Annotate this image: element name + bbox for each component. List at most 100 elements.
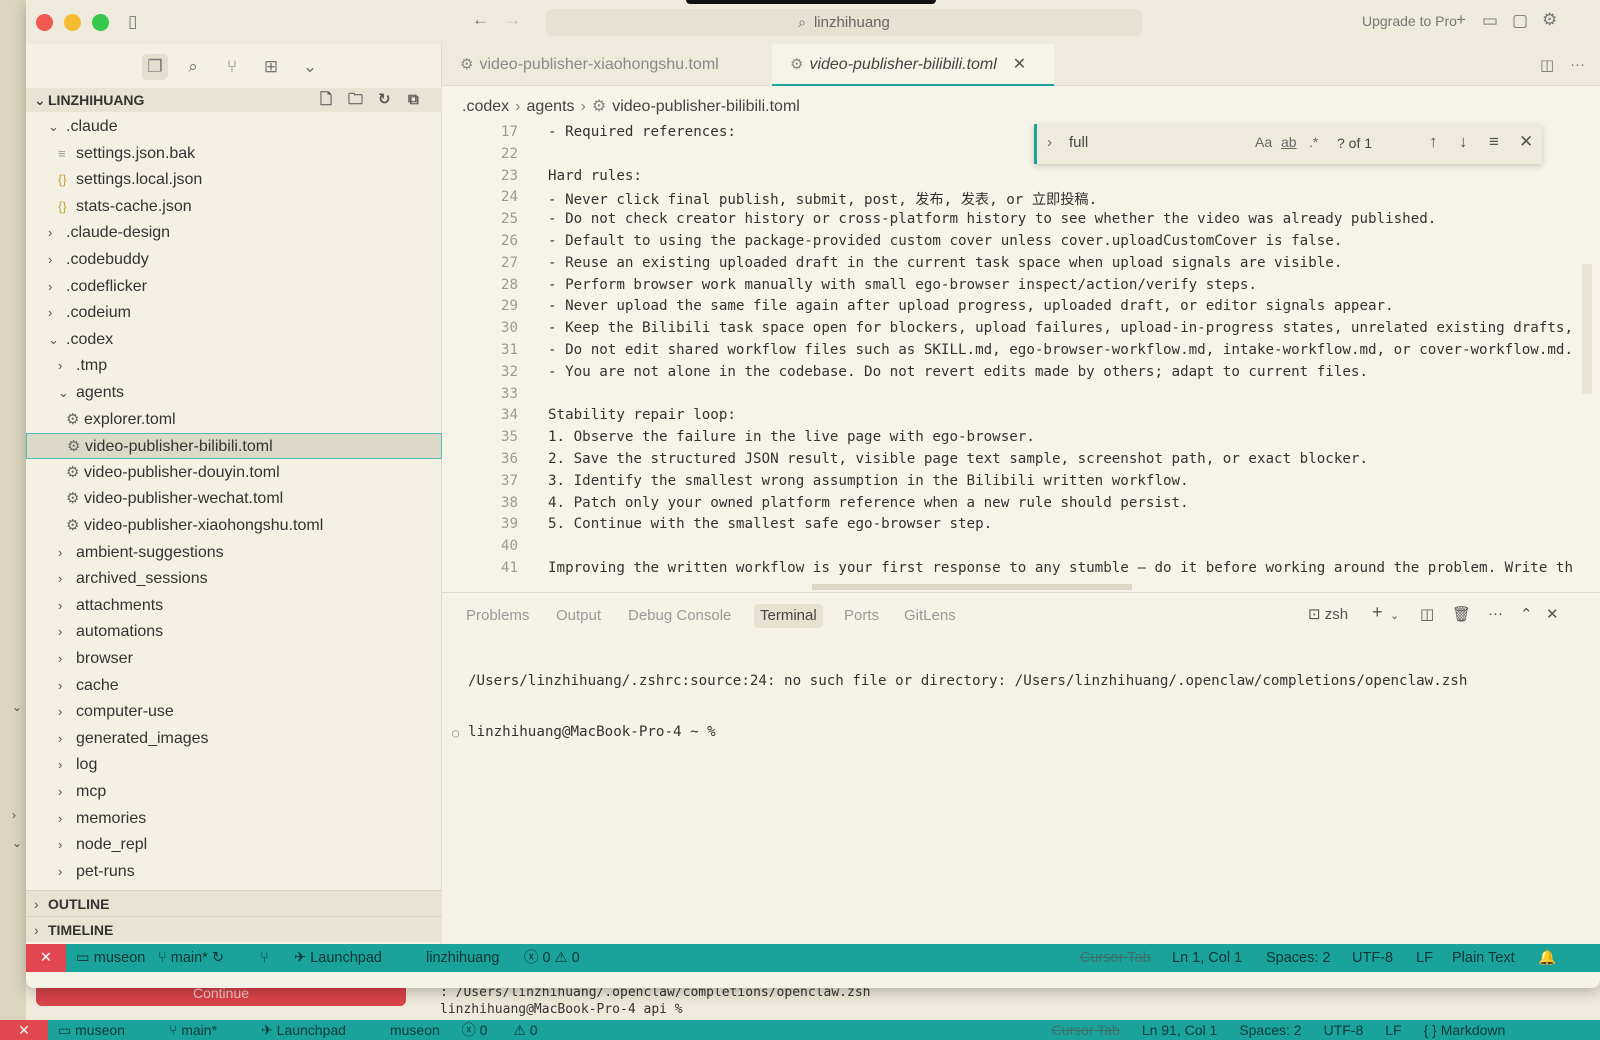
tree-item[interactable]: › attachments bbox=[26, 593, 442, 619]
cursor-tab-item[interactable]: Cursor Tab bbox=[1080, 944, 1151, 972]
tree-item[interactable]: › .codeflicker bbox=[26, 274, 442, 300]
minimize-window-button[interactable] bbox=[64, 14, 81, 31]
code-line[interactable]: - Never upload the same file again after… bbox=[548, 298, 1394, 314]
tree-item[interactable]: {} settings.local.json bbox=[26, 167, 442, 193]
tree-item[interactable]: › automations bbox=[26, 619, 442, 645]
code-line[interactable]: - Required references: bbox=[548, 124, 736, 140]
tree-item[interactable]: › .claude-design bbox=[26, 220, 442, 246]
tree-item[interactable]: › archived_sessions bbox=[26, 566, 442, 592]
cursor-tab-item[interactable]: Cursor Tab bbox=[1052, 1022, 1120, 1038]
remote-icon[interactable]: ✕ bbox=[0, 1020, 48, 1040]
repo-name[interactable]: ▭ museon bbox=[58, 1022, 147, 1039]
code-line[interactable]: Stability repair loop: bbox=[548, 407, 736, 423]
upgrade-link[interactable]: Upgrade to Pro bbox=[1362, 13, 1457, 29]
new-file-icon[interactable]: 🗋 bbox=[320, 88, 332, 112]
indent-setting[interactable]: Spaces: 2 bbox=[1239, 1022, 1301, 1038]
code-line[interactable]: 2. Save the structured JSON result, visi… bbox=[548, 451, 1368, 467]
close-window-button[interactable] bbox=[36, 14, 53, 31]
tree-item[interactable]: ⌄ .codex bbox=[26, 327, 442, 353]
gitlens-icon[interactable]: ⑂ bbox=[260, 944, 269, 972]
problems-count[interactable]: ⓧ 0 ⚠ 0 bbox=[462, 1020, 560, 1040]
plus-icon[interactable]: + bbox=[1456, 10, 1466, 30]
tree-item[interactable]: ⌄ .claude bbox=[26, 114, 442, 140]
tree-item[interactable]: › .codeium bbox=[26, 300, 442, 326]
chevron-down-icon[interactable]: ⌄ bbox=[1390, 609, 1399, 622]
maximize-panel-icon[interactable]: ⌃ bbox=[1520, 605, 1533, 623]
timeline-section[interactable]: › TIMELINE bbox=[26, 916, 442, 942]
tab-output[interactable]: Output bbox=[550, 604, 607, 628]
chat-icon[interactable]: ▢ bbox=[1512, 11, 1528, 31]
explorer-root-header[interactable]: ⌄ LINZHIHUANG 🗋 🗀 ↻ ⧉ bbox=[26, 88, 442, 112]
tree-item[interactable]: ⚙ video-publisher-wechat.toml bbox=[26, 486, 442, 512]
tree-item[interactable]: › generated_images bbox=[26, 726, 442, 752]
editor-scrollbar[interactable] bbox=[1582, 264, 1592, 394]
whole-word-toggle[interactable]: ab bbox=[1281, 134, 1297, 150]
code-line[interactable]: 5. Continue with the smallest safe ego-b… bbox=[548, 516, 992, 532]
tree-item[interactable]: › memories bbox=[26, 806, 442, 832]
code-line[interactable]: - Keep the Bilibili task space open for … bbox=[548, 320, 1573, 336]
tree-item[interactable]: ⌄ agents bbox=[26, 380, 442, 406]
gear-icon[interactable]: ⚙ bbox=[1542, 10, 1557, 30]
arrow-down-icon[interactable]: ↓ bbox=[1459, 132, 1468, 152]
terminal-shell[interactable]: ⊡ zsh bbox=[1308, 605, 1348, 623]
branch-name[interactable]: ⑂ main* ↻ bbox=[158, 944, 224, 972]
launchpad-item[interactable]: ✈ Launchpad bbox=[294, 944, 382, 972]
find-in-selection-icon[interactable]: ≡ bbox=[1489, 132, 1499, 152]
refresh-icon[interactable]: ↻ bbox=[378, 88, 391, 112]
tree-item[interactable]: › .codebuddy bbox=[26, 247, 442, 273]
tree-item[interactable]: › browser bbox=[26, 646, 442, 672]
command-search[interactable]: ⌕ linzhihuang bbox=[546, 9, 1142, 36]
tree-item[interactable]: ⚙ video-publisher-xiaohongshu.toml bbox=[26, 513, 442, 539]
tree-item[interactable]: › pet-runs bbox=[26, 859, 442, 885]
more-icon[interactable]: ··· bbox=[1570, 56, 1585, 73]
language-mode[interactable]: Plain Text bbox=[1452, 944, 1515, 972]
tree-item[interactable]: › node_repl bbox=[26, 832, 442, 858]
indent-setting[interactable]: Spaces: 2 bbox=[1266, 944, 1331, 972]
arrow-up-icon[interactable]: ↑ bbox=[1429, 132, 1438, 152]
tab-ports[interactable]: Ports bbox=[838, 604, 885, 628]
outline-section[interactable]: › OUTLINE bbox=[26, 890, 442, 916]
tree-item[interactable]: › computer-use bbox=[26, 699, 442, 725]
tab-xiaohongshu[interactable]: ⚙ video-publisher-xiaohongshu.toml bbox=[460, 44, 770, 86]
explorer-icon[interactable]: ❐ bbox=[142, 54, 168, 80]
eol[interactable]: LF bbox=[1416, 944, 1433, 972]
extensions-icon[interactable]: ⊞ bbox=[258, 54, 284, 80]
tab-gitlens[interactable]: GitLens bbox=[898, 604, 962, 628]
tree-item[interactable]: › .tmp bbox=[26, 353, 442, 379]
close-panel-icon[interactable]: ✕ bbox=[1546, 605, 1559, 623]
tree-item[interactable]: ⚙ video-publisher-douyin.toml bbox=[26, 460, 442, 486]
editor-horizontal-scrollbar[interactable] bbox=[812, 584, 1132, 590]
code-line[interactable]: 3. Identify the smallest wrong assumptio… bbox=[548, 473, 1189, 489]
tree-item[interactable]: › cache bbox=[26, 673, 442, 699]
tree-item[interactable]: › mcp bbox=[26, 779, 442, 805]
encoding[interactable]: UTF-8 bbox=[1352, 944, 1393, 972]
trash-icon[interactable]: 🗑 bbox=[1452, 605, 1471, 623]
toggle-panel-icon[interactable]: ▭ bbox=[1482, 11, 1498, 31]
launchpad-item[interactable]: ✈ Launchpad bbox=[261, 1022, 368, 1039]
forward-arrow-icon[interactable]: → bbox=[504, 10, 521, 30]
branch-name[interactable]: ⑂ main* bbox=[169, 1022, 239, 1038]
chevron-down-icon[interactable]: ⌄ bbox=[297, 54, 323, 80]
bell-icon[interactable]: 🔔 bbox=[1538, 944, 1556, 972]
chevron-right-icon[interactable]: › bbox=[1047, 134, 1052, 151]
source-control-icon[interactable]: ⑂ bbox=[219, 54, 245, 80]
eol[interactable]: LF bbox=[1385, 1022, 1401, 1038]
tree-item[interactable]: {} stats-cache.json bbox=[26, 194, 442, 220]
code-line[interactable]: Improving the written workflow is your f… bbox=[548, 560, 1573, 576]
tab-bilibili[interactable]: ⚙ video-publisher-bilibili.toml ✕ bbox=[772, 44, 1054, 86]
code-line[interactable]: - You are not alone in the codebase. Do … bbox=[548, 364, 1368, 380]
close-icon[interactable]: ✕ bbox=[1519, 132, 1533, 152]
new-folder-icon[interactable]: 🗀 bbox=[348, 88, 363, 112]
tab-problems[interactable]: Problems bbox=[460, 604, 535, 628]
code-line[interactable]: - Perform browser work manually with sma… bbox=[548, 277, 1257, 293]
tab-terminal[interactable]: Terminal bbox=[754, 604, 823, 628]
problems-count[interactable]: ⓧ 0 ⚠ 0 bbox=[524, 944, 580, 972]
toggle-sidebar-icon[interactable]: ▯ bbox=[128, 12, 137, 32]
tree-item[interactable]: ⚙ video-publisher-bilibili.toml bbox=[26, 433, 442, 460]
new-terminal-icon[interactable]: + bbox=[1372, 602, 1383, 623]
close-icon[interactable]: ✕ bbox=[1013, 56, 1026, 73]
cursor-position[interactable]: Ln 91, Col 1 bbox=[1142, 1022, 1218, 1038]
more-icon[interactable]: ··· bbox=[1488, 605, 1503, 622]
tree-item[interactable]: › ambient-suggestions bbox=[26, 540, 442, 566]
search-icon[interactable]: ⌕ bbox=[180, 54, 206, 80]
